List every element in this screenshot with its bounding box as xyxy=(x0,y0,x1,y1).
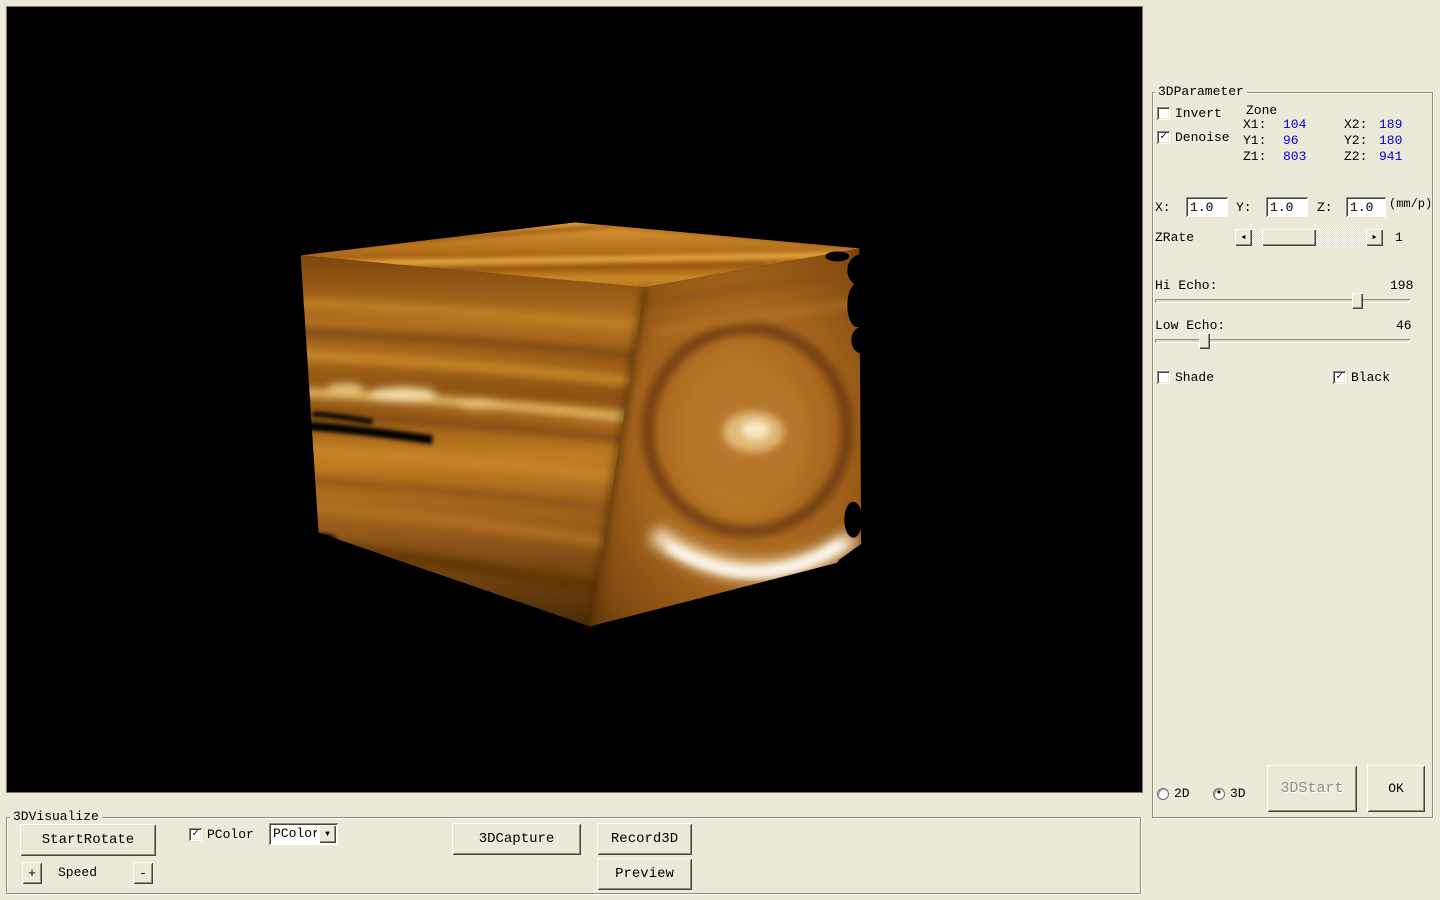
zone-title: Zone xyxy=(1246,103,1277,118)
low-echo-value: 46 xyxy=(1396,318,1412,333)
low-echo-label: Low Echo: xyxy=(1155,318,1225,333)
zone-y1-label: Y1: xyxy=(1243,133,1266,148)
hi-echo-slider-track[interactable] xyxy=(1155,299,1410,303)
zrate-value: 1 xyxy=(1395,230,1403,245)
zone-x1-label: X1: xyxy=(1243,117,1266,132)
start-rotate-button[interactable]: StartRotate xyxy=(20,824,156,856)
denoise-label: Denoise xyxy=(1175,130,1230,145)
shade-checkbox[interactable]: Shade xyxy=(1157,370,1214,385)
visualize-group-title: 3DVisualize xyxy=(10,810,102,824)
record3d-button[interactable]: Record3D xyxy=(597,823,692,855)
pcolor-checkbox-label: PColor xyxy=(207,827,254,842)
hi-echo-slider-thumb[interactable] xyxy=(1352,293,1363,309)
denoise-checkbox[interactable]: ✓ Denoise xyxy=(1157,130,1230,145)
zrate-right-arrow-icon[interactable]: ► xyxy=(1366,229,1383,246)
zone-x2-value: 189 xyxy=(1379,117,1402,132)
zrate-label: ZRate xyxy=(1155,230,1194,245)
scroll-left-glyph: ◄ xyxy=(1241,234,1245,242)
3d-viewport[interactable] xyxy=(6,6,1143,793)
invert-checkbox-box[interactable] xyxy=(1157,107,1170,120)
mode-3d-label: 3D xyxy=(1230,786,1246,801)
app-window: 3DParameter Invert ✓ Denoise Zone X1: 10… xyxy=(0,0,1440,900)
pcolor-checkbox[interactable]: ✓ PColor xyxy=(189,827,254,842)
zone-x2-label: X2: xyxy=(1344,117,1367,132)
zone-z2-value: 941 xyxy=(1379,149,1402,164)
invert-checkbox[interactable]: Invert xyxy=(1157,106,1222,121)
scale-z-input[interactable] xyxy=(1346,197,1386,217)
chevron-down-icon: ▼ xyxy=(325,830,330,839)
shade-checkbox-box[interactable] xyxy=(1157,371,1170,384)
zrate-thumb[interactable] xyxy=(1262,229,1316,246)
pcolor-select-value: PColor xyxy=(269,823,317,845)
black-checkmark-icon: ✓ xyxy=(1336,372,1343,383)
zone-y1-value: 96 xyxy=(1283,133,1299,148)
low-echo-slider-track[interactable] xyxy=(1155,339,1410,343)
zone-y2-value: 180 xyxy=(1379,133,1402,148)
scroll-right-glyph: ► xyxy=(1372,234,1376,242)
denoise-checkbox-box[interactable]: ✓ xyxy=(1157,131,1170,144)
low-echo-slider-thumb[interactable] xyxy=(1199,333,1210,349)
preview-button[interactable]: Preview xyxy=(597,858,692,890)
denoise-checkmark-icon: ✓ xyxy=(1160,132,1167,143)
mode-2d-radio-circle[interactable] xyxy=(1157,788,1169,800)
zone-x1-value: 104 xyxy=(1283,117,1306,132)
mode-2d-radio[interactable]: 2D xyxy=(1157,786,1190,801)
speed-label: Speed xyxy=(58,865,97,880)
zrate-track[interactable] xyxy=(1252,229,1366,246)
3dcapture-button[interactable]: 3DCapture xyxy=(452,823,581,855)
zone-z2-label: Z2: xyxy=(1344,149,1367,164)
hi-echo-label: Hi Echo: xyxy=(1155,278,1217,293)
parameter-group-title: 3DParameter xyxy=(1155,85,1247,99)
zone-z1-label: Z1: xyxy=(1243,149,1266,164)
mode-3d-radio[interactable]: ● 3D xyxy=(1213,786,1246,801)
ok-button[interactable]: OK xyxy=(1367,765,1425,812)
black-checkbox-box[interactable]: ✓ xyxy=(1333,371,1346,384)
pcolor-select[interactable]: PColor ▼ xyxy=(269,823,338,845)
shade-label: Shade xyxy=(1175,370,1214,385)
invert-label: Invert xyxy=(1175,106,1222,121)
hi-echo-value: 198 xyxy=(1390,278,1413,293)
scale-y-label: Y: xyxy=(1236,200,1252,215)
3dstart-button[interactable]: 3DStart xyxy=(1267,765,1357,812)
scale-x-input[interactable] xyxy=(1186,197,1228,217)
speed-plus-button[interactable]: + xyxy=(22,862,42,884)
mode-3d-radio-circle[interactable]: ● xyxy=(1213,788,1225,800)
black-label: Black xyxy=(1351,370,1390,385)
zrate-scrollbar[interactable]: ◄ ► xyxy=(1235,229,1383,246)
scale-z-label: Z: xyxy=(1317,200,1333,215)
speed-minus-button[interactable]: - xyxy=(133,862,153,884)
pcolor-select-dropdown-button[interactable]: ▼ xyxy=(319,825,336,843)
pcolor-checkmark-icon: ✓ xyxy=(192,829,199,840)
volume-render-svg xyxy=(7,7,1142,792)
scale-unit-label: (mm/p) xyxy=(1389,197,1432,212)
zone-z1-value: 803 xyxy=(1283,149,1306,164)
scale-x-label: X: xyxy=(1155,200,1171,215)
pcolor-checkbox-box[interactable]: ✓ xyxy=(189,828,202,841)
mode-2d-label: 2D xyxy=(1174,786,1190,801)
zone-y2-label: Y2: xyxy=(1344,133,1367,148)
mode-3d-radio-dot: ● xyxy=(1217,790,1221,797)
scale-y-input[interactable] xyxy=(1266,197,1308,217)
zrate-left-arrow-icon[interactable]: ◄ xyxy=(1235,229,1252,246)
black-checkbox[interactable]: ✓ Black xyxy=(1333,370,1390,385)
